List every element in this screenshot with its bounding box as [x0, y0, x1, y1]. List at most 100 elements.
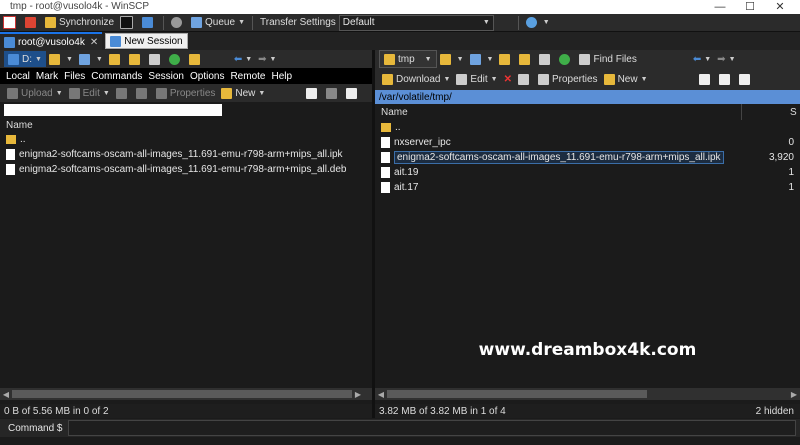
chevron-down-icon: ▼ — [35, 55, 42, 63]
close-button[interactable]: ✕ — [765, 0, 795, 14]
left-status-text: 0 B of 5.56 MB in 0 of 2 — [4, 405, 109, 417]
transfer-settings-value: Default — [342, 17, 375, 28]
new-session-icon — [110, 35, 122, 47]
queue-button[interactable]: Queue ▼ — [188, 15, 248, 31]
root-dir-button[interactable] — [516, 51, 536, 67]
select-all-button[interactable] — [696, 71, 716, 87]
grid-icon — [3, 16, 16, 29]
maximize-button[interactable]: ☐ — [735, 0, 765, 14]
home-button[interactable] — [146, 51, 166, 67]
list-item[interactable]: .. — [0, 132, 372, 147]
list-item[interactable]: nxserver_ipc 0 — [375, 135, 800, 150]
folder-open-icon — [439, 53, 451, 65]
menu-commands[interactable]: Commands — [91, 71, 142, 82]
tab-new-session[interactable]: New Session — [105, 33, 188, 49]
scroll-left-icon[interactable]: ◀ — [375, 390, 387, 399]
back-button[interactable]: ⬅ ▼ — [690, 51, 714, 67]
rename-button[interactable] — [133, 85, 153, 101]
compare-icon — [25, 17, 36, 28]
delete-icon — [115, 87, 127, 99]
open-folder-button[interactable]: ▼ — [46, 51, 76, 67]
back-button[interactable]: ⬅ ▼ — [231, 51, 255, 67]
menu-help[interactable]: Help — [271, 71, 292, 82]
left-horizontal-scrollbar[interactable]: ◀ ▶ — [0, 388, 372, 400]
drive-select[interactable]: D: ▼ — [4, 51, 46, 67]
list-item[interactable]: ait.19 1 — [375, 165, 800, 180]
chevron-down-icon: ▼ — [269, 55, 277, 63]
new-button[interactable]: New ▼ — [601, 71, 651, 87]
menu-options[interactable]: Options — [190, 71, 224, 82]
scroll-right-icon[interactable]: ▶ — [788, 390, 800, 399]
bottom-edge — [0, 437, 800, 445]
forward-button[interactable]: ➡ ▼ — [255, 51, 279, 67]
refresh-button[interactable] — [166, 51, 186, 67]
filter-toggle-button[interactable] — [343, 85, 363, 101]
file-name: ait.17 — [394, 182, 419, 193]
sessions-button[interactable]: ▼ — [523, 15, 553, 31]
right-path-bar[interactable]: /var/volatile/tmp/ — [375, 90, 800, 104]
parent-dir-button[interactable] — [106, 51, 126, 67]
upload-button[interactable]: Upload ▼ — [4, 85, 66, 101]
parent-dir-button[interactable] — [496, 51, 516, 67]
properties-button[interactable]: Properties — [153, 85, 219, 101]
file-name: .. — [395, 122, 401, 133]
bookmark-button[interactable] — [186, 51, 206, 67]
refresh-button[interactable] — [556, 51, 576, 67]
column-header-name[interactable]: Name S — [375, 104, 800, 120]
find-files-button[interactable]: Find Files — [576, 51, 639, 67]
scroll-right-icon[interactable]: ▶ — [352, 390, 364, 399]
menu-local[interactable]: Local — [6, 71, 30, 82]
dir-select[interactable]: tmp ▼ — [379, 50, 437, 68]
deselect-button[interactable] — [716, 71, 736, 87]
select-all-button[interactable] — [303, 85, 323, 101]
edit-button[interactable]: Edit ▼ — [66, 85, 113, 101]
compare-button[interactable] — [22, 15, 42, 31]
synchronize-button[interactable]: Synchronize — [42, 15, 117, 31]
properties-button[interactable]: Properties — [535, 71, 601, 87]
forward-button[interactable]: ➡ ▼ — [714, 51, 738, 67]
menu-files[interactable]: Files — [64, 71, 85, 82]
preferences-button[interactable] — [168, 15, 188, 31]
minimize-button[interactable]: — — [705, 0, 735, 14]
left-path-bar[interactable] — [0, 102, 372, 118]
list-item[interactable]: enigma2-softcams-oscam-all-images_11.691… — [0, 147, 372, 162]
deselect-button[interactable] — [323, 85, 343, 101]
menu-mark[interactable]: Mark — [36, 71, 58, 82]
rename-button[interactable] — [515, 71, 535, 87]
root-dir-button[interactable] — [126, 51, 146, 67]
open-folder-button[interactable]: ▼ — [437, 51, 467, 67]
tab-session[interactable]: root@vusolo4k ✕ — [0, 31, 103, 51]
scroll-thumb[interactable] — [12, 390, 352, 398]
scroll-left-icon[interactable]: ◀ — [0, 390, 12, 399]
column-header-name[interactable]: Name — [0, 118, 372, 132]
right-horizontal-scrollbar[interactable]: ◀ ▶ — [375, 388, 800, 400]
filter-button[interactable]: ▼ — [76, 51, 106, 67]
filter-toggle-button[interactable] — [736, 71, 756, 87]
transfer-settings-select[interactable]: Default ▼ — [338, 14, 494, 31]
delete-button[interactable]: ✕ — [501, 71, 515, 87]
close-tab-icon[interactable]: ✕ — [90, 37, 98, 48]
column-divider[interactable] — [741, 104, 742, 120]
command-input[interactable] — [68, 420, 796, 436]
toolbar-separator — [163, 15, 165, 30]
new-label: New — [235, 87, 256, 99]
menu-remote[interactable]: Remote — [230, 71, 265, 82]
list-item[interactable]: ait.17 1 — [375, 180, 800, 195]
console-button[interactable] — [117, 15, 139, 31]
filter-button[interactable]: ▼ — [467, 51, 497, 67]
list-item[interactable]: .. — [375, 120, 800, 135]
list-item[interactable]: enigma2-softcams-oscam-all-images_11.691… — [375, 150, 800, 165]
refresh-icon — [559, 53, 571, 65]
panel-layout-button[interactable] — [0, 15, 22, 31]
delete-button[interactable] — [113, 85, 133, 101]
list-item[interactable]: enigma2-softcams-oscam-all-images_11.691… — [0, 162, 372, 177]
edit-button[interactable]: Edit ▼ — [453, 71, 500, 87]
left-path-field[interactable] — [4, 104, 222, 116]
putty-button[interactable] — [139, 15, 159, 31]
menu-session[interactable]: Session — [148, 71, 184, 82]
home-button[interactable] — [536, 51, 556, 67]
download-button[interactable]: Download ▼ — [379, 71, 453, 87]
hidden-files-count[interactable]: 2 hidden — [756, 406, 794, 417]
new-button[interactable]: New ▼ — [218, 85, 268, 101]
scroll-thumb[interactable] — [387, 390, 647, 398]
